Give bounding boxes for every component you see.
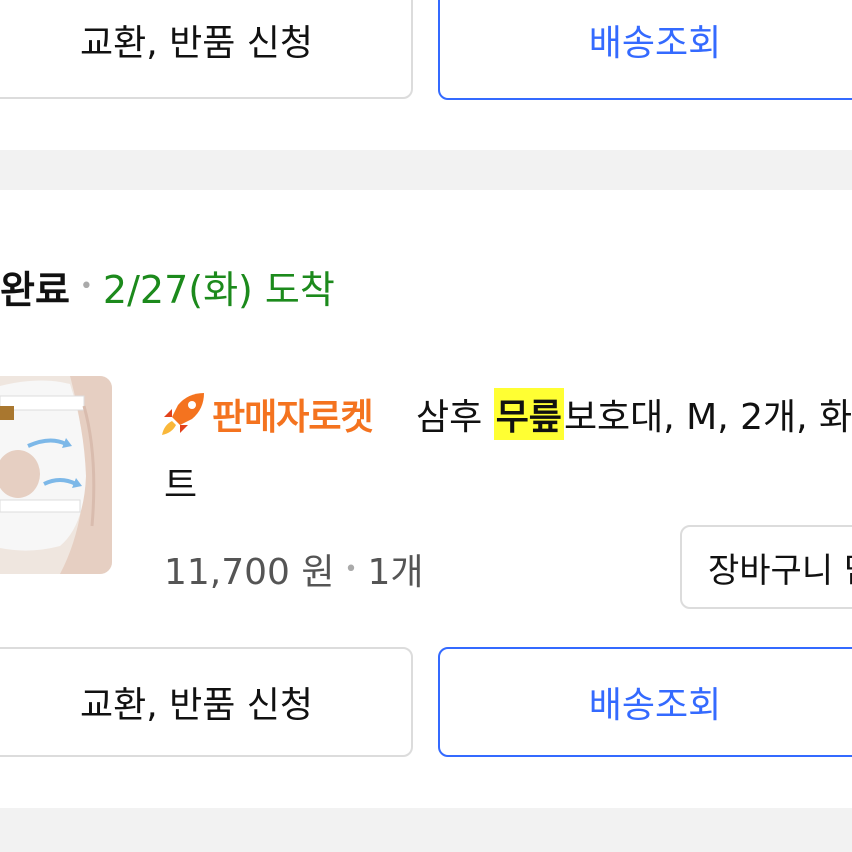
delivery-status: 완료 • 2/27(화) 도착: [0, 258, 335, 314]
track-delivery-label: 배송조회: [588, 685, 722, 726]
search-highlight: 무릎: [493, 388, 564, 440]
separator-dot: •: [344, 556, 358, 582]
arrival-date: 2/27(화) 도착: [102, 267, 335, 312]
add-to-cart-label: 장바구니 담: [708, 550, 852, 591]
product-title-line2[interactable]: 트: [164, 456, 197, 508]
rocket-icon: [162, 393, 204, 435]
product-title-suffix: 보호대, M, 2개, 화: [563, 397, 852, 438]
product-title-prefix: 삼후: [416, 397, 494, 438]
product-quantity: 1개: [367, 552, 424, 593]
separator-dot: •: [79, 273, 93, 299]
product-price: 11,700 원: [164, 552, 335, 593]
price-quantity: 11,700 원 • 1개: [164, 544, 424, 594]
track-delivery-button[interactable]: 배송조회: [438, 0, 852, 100]
seller-rocket-label: 판매자로켓: [212, 397, 374, 438]
exchange-return-label: 교환, 반품 신청: [79, 22, 314, 64]
exchange-return-button[interactable]: 교환, 반품 신청: [0, 647, 413, 757]
product-thumbnail[interactable]: [0, 376, 112, 574]
delivery-status-label: 완료: [0, 267, 70, 312]
add-to-cart-button[interactable]: 장바구니 담: [680, 525, 852, 609]
seller-rocket-badge: 판매자로켓: [160, 386, 374, 442]
exchange-return-label: 교환, 반품 신청: [79, 685, 314, 726]
card-divider: [0, 150, 852, 190]
card-divider: [0, 808, 852, 852]
track-delivery-label: 배송조회: [588, 23, 722, 64]
product-title[interactable]: 삼후 무릎 보호대, M, 2개, 화: [416, 386, 852, 442]
exchange-return-button[interactable]: 교환, 반품 신청: [0, 0, 413, 99]
track-delivery-button[interactable]: 배송조회: [438, 647, 852, 757]
